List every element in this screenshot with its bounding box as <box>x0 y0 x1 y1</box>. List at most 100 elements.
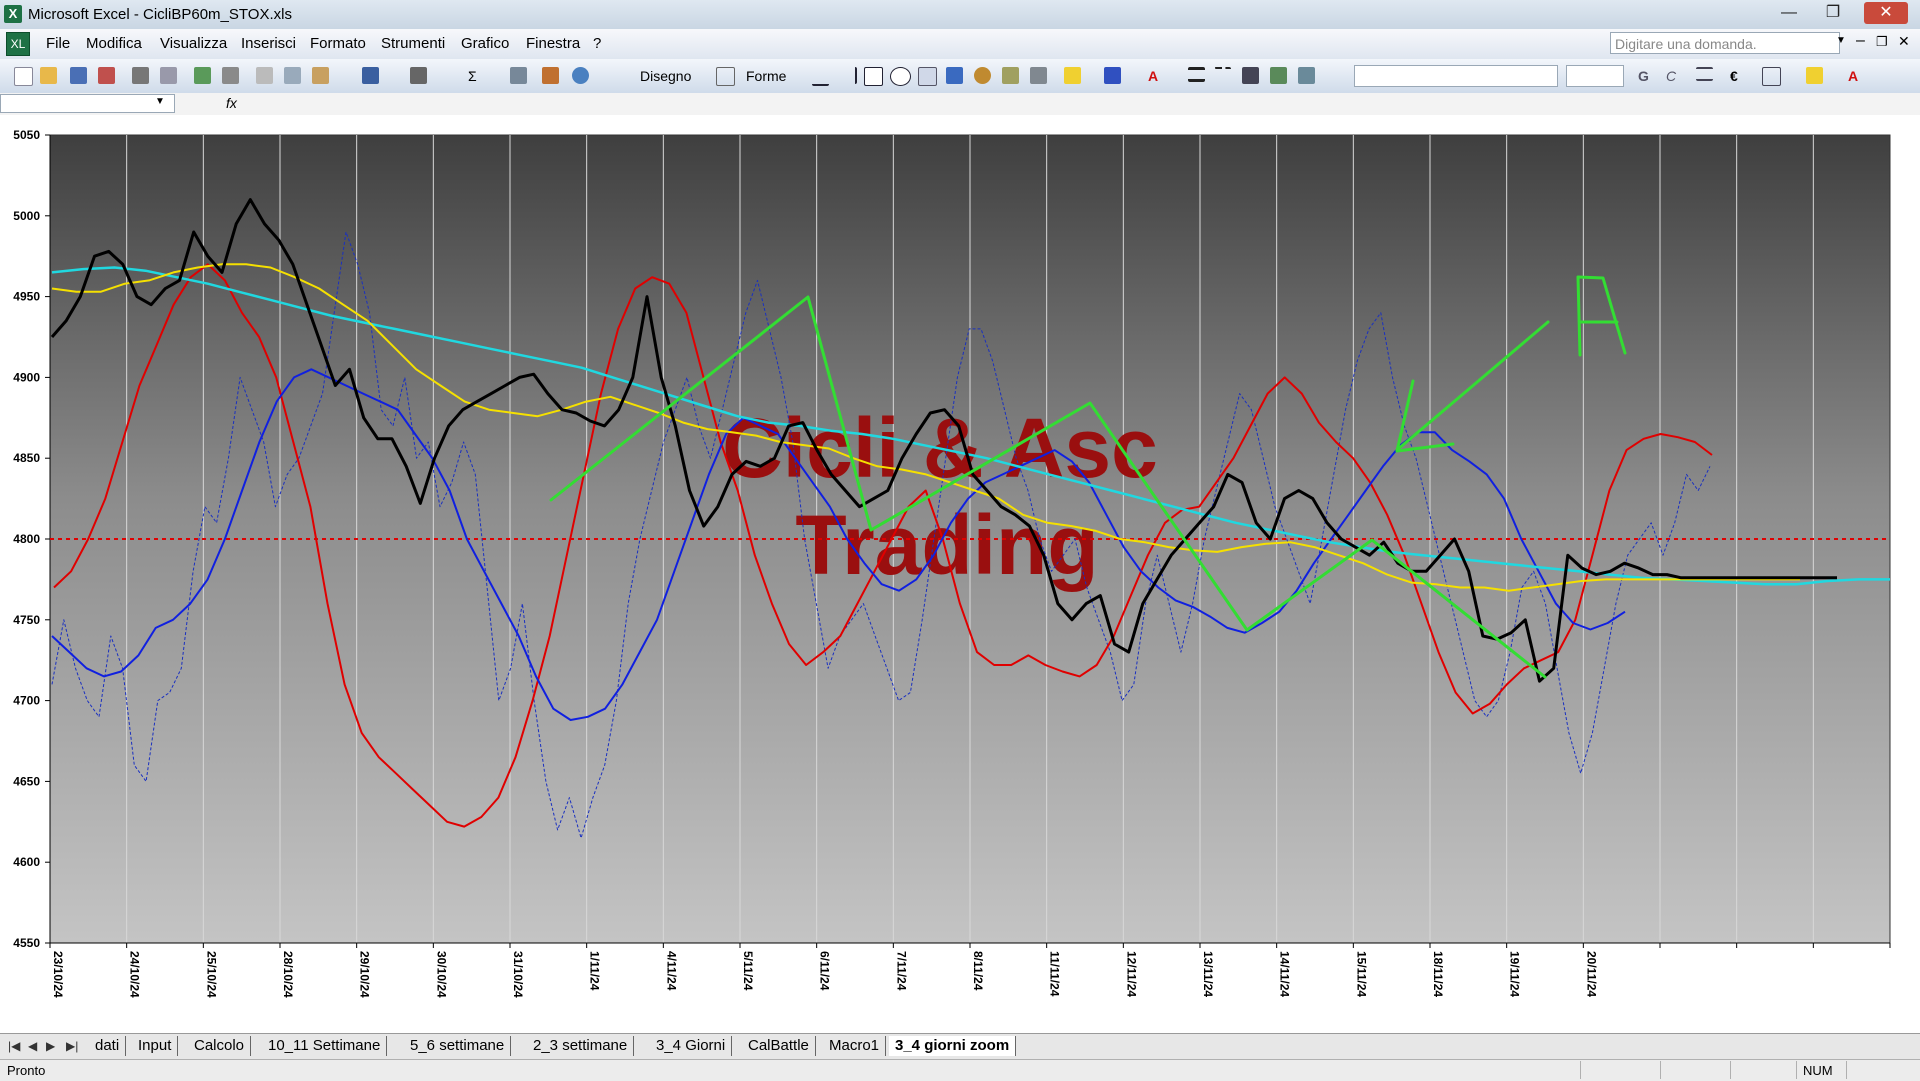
ask-dropdown-icon[interactable]: ▼ <box>1836 35 1846 46</box>
sheet-tab-bar: |◀ ◀ ▶ ▶| dati Input Calcolo 10_11 Setti… <box>0 1033 1920 1060</box>
last-sheet-icon[interactable]: ▶| <box>66 1039 78 1053</box>
line-color-icon[interactable] <box>1104 67 1121 84</box>
chart-area[interactable]: 4550 4600 4650 4700 4750 4800 4850 4900 4950 5000… <box>0 115 1920 1033</box>
doc-close-icon[interactable]: ✕ <box>1898 33 1910 50</box>
menu-file[interactable]: File <box>46 35 70 52</box>
copy-icon[interactable] <box>284 67 301 84</box>
shadow-icon[interactable] <box>1270 67 1287 84</box>
rectangle-icon[interactable] <box>864 67 883 86</box>
arrow-icon[interactable] <box>838 67 857 84</box>
sheet-tab-dati[interactable]: dati <box>89 1036 127 1056</box>
insert-link-icon[interactable] <box>410 67 427 84</box>
arrow-style-icon[interactable] <box>1242 67 1259 84</box>
autosum-icon[interactable]: Σ <box>468 68 477 84</box>
chart-wizard-icon[interactable] <box>542 67 559 84</box>
line-style-icon[interactable] <box>1188 67 1205 82</box>
x-tick-label: 6/11/24 <box>818 951 832 991</box>
stock-cycle-chart[interactable]: 4550 4600 4650 4700 4750 4800 4850 4900 4950 5000… <box>0 115 1920 1033</box>
y-tick-label: 4650 <box>13 774 40 788</box>
sheet-tab-2-3-settimane[interactable]: 2_3 settimane <box>527 1036 635 1056</box>
menu-modifica[interactable]: Modifica <box>86 35 142 52</box>
workbook-icon[interactable]: XL <box>6 32 30 56</box>
wordart-icon[interactable] <box>946 67 963 84</box>
cell-fill-icon[interactable] <box>1806 67 1823 84</box>
y-tick-label: 4900 <box>13 370 40 384</box>
font-color-icon[interactable]: A <box>1148 68 1158 84</box>
clipart-icon[interactable] <box>1002 67 1019 84</box>
align-icon[interactable] <box>1696 67 1713 81</box>
ask-question-input[interactable]: Digitare una domanda. <box>1610 32 1840 54</box>
y-tick-label: 4600 <box>13 855 40 869</box>
name-box-dropdown-icon[interactable]: ▼ <box>155 96 165 107</box>
doc-restore-icon[interactable]: ❐ <box>1876 34 1888 50</box>
excel-app-icon[interactable]: X <box>4 5 22 23</box>
menu-inserisci[interactable]: Inserisci <box>241 35 296 52</box>
x-tick-label: 25/10/24 <box>204 951 218 998</box>
open-icon[interactable] <box>40 67 57 84</box>
line-icon[interactable] <box>812 67 829 86</box>
prev-sheet-icon[interactable]: ◀ <box>28 1039 37 1053</box>
save-icon[interactable] <box>70 67 87 84</box>
help-icon[interactable] <box>572 67 589 84</box>
oval-icon[interactable] <box>890 67 911 86</box>
fx-icon[interactable]: fx <box>226 95 237 111</box>
font-size-select[interactable] <box>1566 65 1624 87</box>
sheet-tab-input[interactable]: Input <box>132 1036 179 1056</box>
y-tick-label: 4950 <box>13 290 40 304</box>
minimize-icon[interactable]: — <box>1774 2 1804 24</box>
spelling-icon[interactable] <box>194 67 211 84</box>
sheet-tab-10-11-settimane[interactable]: 10_11 Settimane <box>262 1036 388 1056</box>
x-tick-label: 5/11/24 <box>741 951 755 991</box>
diagram-icon[interactable] <box>974 67 991 84</box>
select-objects-icon[interactable] <box>716 67 735 86</box>
shapes-menu-button[interactable]: Forme <box>746 68 786 84</box>
font-name-select[interactable] <box>1354 65 1558 87</box>
research-icon[interactable] <box>222 67 239 84</box>
sheet-tab-5-6-settimane[interactable]: 5_6 settimane <box>404 1036 512 1056</box>
menu-bar: XL File Modifica Visualizza Inserisci Fo… <box>0 29 1920 59</box>
new-icon[interactable] <box>14 67 33 86</box>
euro-icon[interactable]: € <box>1730 68 1738 84</box>
menu-help[interactable]: ? <box>593 35 601 52</box>
permission-icon[interactable] <box>98 67 115 84</box>
print-icon[interactable] <box>132 67 149 84</box>
fill-color-icon[interactable] <box>1064 67 1081 84</box>
print-preview-icon[interactable] <box>160 67 177 84</box>
menu-finestra[interactable]: Finestra <box>526 35 580 52</box>
textbox-icon[interactable] <box>918 67 937 86</box>
name-box[interactable] <box>0 94 175 113</box>
first-sheet-icon[interactable]: |◀ <box>8 1039 20 1053</box>
draw-menu-button[interactable]: Disegno <box>640 68 691 84</box>
sheet-tab-macro1[interactable]: Macro1 <box>823 1036 887 1056</box>
bold-button[interactable]: G <box>1638 68 1649 84</box>
dash-style-icon[interactable] <box>1214 67 1231 86</box>
status-divider <box>1730 1061 1731 1079</box>
close-icon[interactable]: ✕ <box>1864 2 1908 24</box>
cut-icon[interactable] <box>256 67 273 84</box>
menu-visualizza[interactable]: Visualizza <box>160 35 227 52</box>
picture-icon[interactable] <box>1030 67 1047 84</box>
doc-minimize-icon[interactable]: – <box>1856 32 1865 50</box>
x-tick-label: 15/11/24 <box>1354 951 1368 997</box>
menu-grafico[interactable]: Grafico <box>461 35 509 52</box>
text-color-icon[interactable]: A <box>1848 68 1858 84</box>
borders-icon[interactable] <box>1762 67 1781 86</box>
sheet-tab-calcolo[interactable]: Calcolo <box>188 1036 252 1056</box>
sheet-tab-3-4-giorni-zoom[interactable]: 3_4 giorni zoom <box>889 1036 1017 1056</box>
window-title: Microsoft Excel - CicliBP60m_STOX.xls <box>28 6 292 23</box>
menu-strumenti[interactable]: Strumenti <box>381 35 445 52</box>
italic-button[interactable]: C <box>1666 68 1676 84</box>
sort-icon[interactable] <box>510 67 527 84</box>
status-divider <box>1660 1061 1661 1079</box>
x-tick-label: 24/10/24 <box>128 951 142 998</box>
restore-icon[interactable]: ❐ <box>1818 2 1848 24</box>
undo-icon[interactable] <box>362 67 379 84</box>
menu-formato[interactable]: Formato <box>310 35 366 52</box>
3d-icon[interactable] <box>1298 67 1315 84</box>
sheet-tab-calbattle[interactable]: CalBattle <box>742 1036 816 1056</box>
status-text: Pronto <box>7 1063 46 1078</box>
sheet-tab-3-4-giorni[interactable]: 3_4 Giorni <box>650 1036 733 1056</box>
paste-icon[interactable] <box>312 67 329 84</box>
next-sheet-icon[interactable]: ▶ <box>46 1039 55 1053</box>
status-divider <box>1580 1061 1581 1079</box>
